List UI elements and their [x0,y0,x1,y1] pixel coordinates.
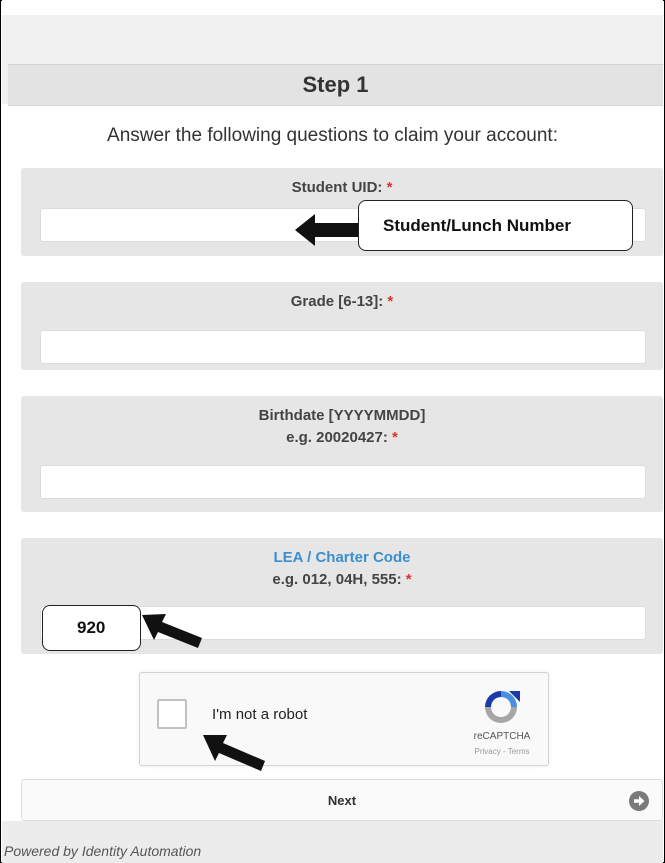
next-button-label: Next [327,793,357,808]
grade-input[interactable] [40,330,646,364]
top-blank-area [2,0,663,15]
lea-code-label: LEA / Charter Code e.g. 012, 04H, 555: * [21,538,663,591]
callout-student-lunch-number: Student/Lunch Number [358,200,633,251]
footer-powered-by: Powered by Identity Automation [4,843,202,859]
annotation-arrow-left-icon [295,214,363,246]
lea-code-link[interactable]: LEA / Charter Code [21,547,663,569]
instructions-text: Answer the following questions to claim … [107,125,558,146]
footer: Powered by Identity Automation [2,821,663,863]
required-marker: * [386,179,393,196]
annotation-arrow-checkbox-icon [203,735,265,771]
recaptcha-brand: reCAPTCHA [473,731,531,742]
recaptcha-privacy-terms-link[interactable]: Privacy - Terms [460,747,544,756]
birthdate-section: Birthdate [YYYYMMDD] e.g. 20020427: * [21,396,663,512]
step-title: Step 1 [302,72,369,97]
arrow-right-circle-icon [629,791,649,811]
birthdate-input[interactable] [40,465,646,499]
required-marker: * [387,293,394,310]
required-marker: * [405,571,412,588]
birthdate-label: Birthdate [YYYYMMDD] e.g. 20020427: * [258,407,426,446]
step-header: Step 1 [8,64,663,106]
next-button[interactable]: Next [21,779,663,821]
recaptcha-logo-icon [485,691,520,723]
required-marker: * [392,429,398,446]
grade-section: Grade [6-13]: * [21,282,663,370]
recaptcha-label: I'm not a robot [212,706,308,723]
grade-label: Grade [6-13]: * [290,293,394,310]
student-uid-label: Student UID: * [291,179,393,196]
annotation-arrow-upleft-icon [142,614,202,648]
recaptcha-checkbox[interactable] [157,699,187,729]
callout-lea-code-value: 920 [42,605,141,651]
